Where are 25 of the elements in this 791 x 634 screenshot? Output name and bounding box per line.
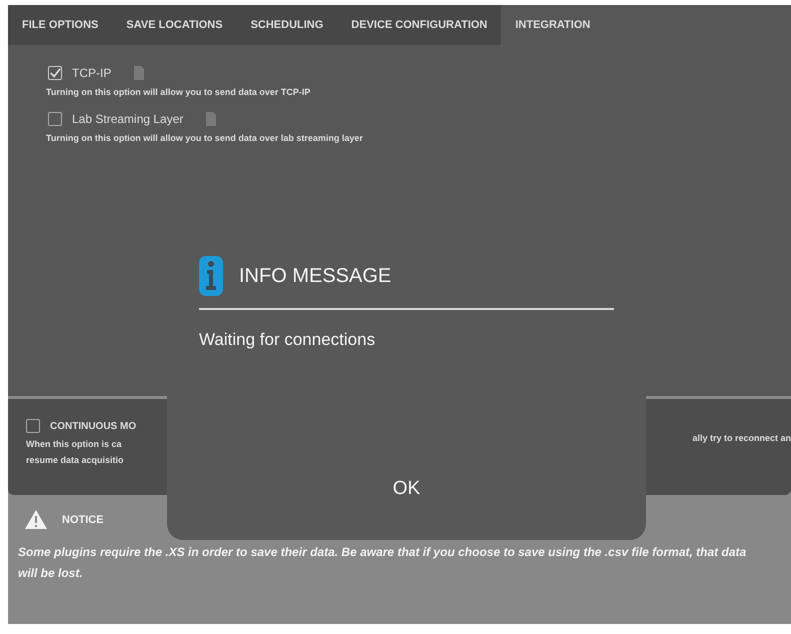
- notice-text: Some plugins require the .XS in order to save their data. Be aware that if you choose to save using the .csv file format, that data will be lost.: [18, 544, 748, 582]
- tab[interactable]: SCHEDULING: [236, 5, 338, 45]
- document-icon: [133, 65, 146, 81]
- option-label: TCP-IP: [72, 66, 112, 80]
- option-description: Turning on this option will allow you to send data over lab streaming layer: [46, 133, 364, 143]
- dialog-title: INFO MESSAGE: [239, 264, 392, 288]
- checkbox[interactable]: [48, 112, 62, 126]
- checkbox[interactable]: [48, 66, 62, 80]
- notice-title: NOTICE: [62, 514, 104, 526]
- option-description: ally try to reconnect an: [692, 433, 791, 443]
- dialog-message: Waiting for connections: [199, 330, 376, 350]
- tab[interactable]: SAVE LOCATIONS: [112, 5, 237, 45]
- tab[interactable]: DEVICE CONFIGURATION: [337, 5, 502, 45]
- checkmark-icon: [49, 67, 61, 79]
- document-icon: [205, 111, 218, 127]
- warning-icon: [24, 509, 48, 530]
- info-icon: [199, 256, 223, 296]
- ok-button[interactable]: OK: [382, 474, 430, 504]
- checkbox[interactable]: [26, 419, 40, 433]
- option-description: When this option is ca: [26, 439, 123, 449]
- option-label: CONTINUOUS MO: [50, 420, 136, 432]
- option-label: Lab Streaming Layer: [72, 112, 184, 126]
- option-description: Turning on this option will allow you to send data over TCP-IP: [46, 87, 312, 97]
- option-description: resume data acquisitio: [26, 455, 125, 465]
- tab[interactable]: FILE OPTIONS: [8, 5, 112, 45]
